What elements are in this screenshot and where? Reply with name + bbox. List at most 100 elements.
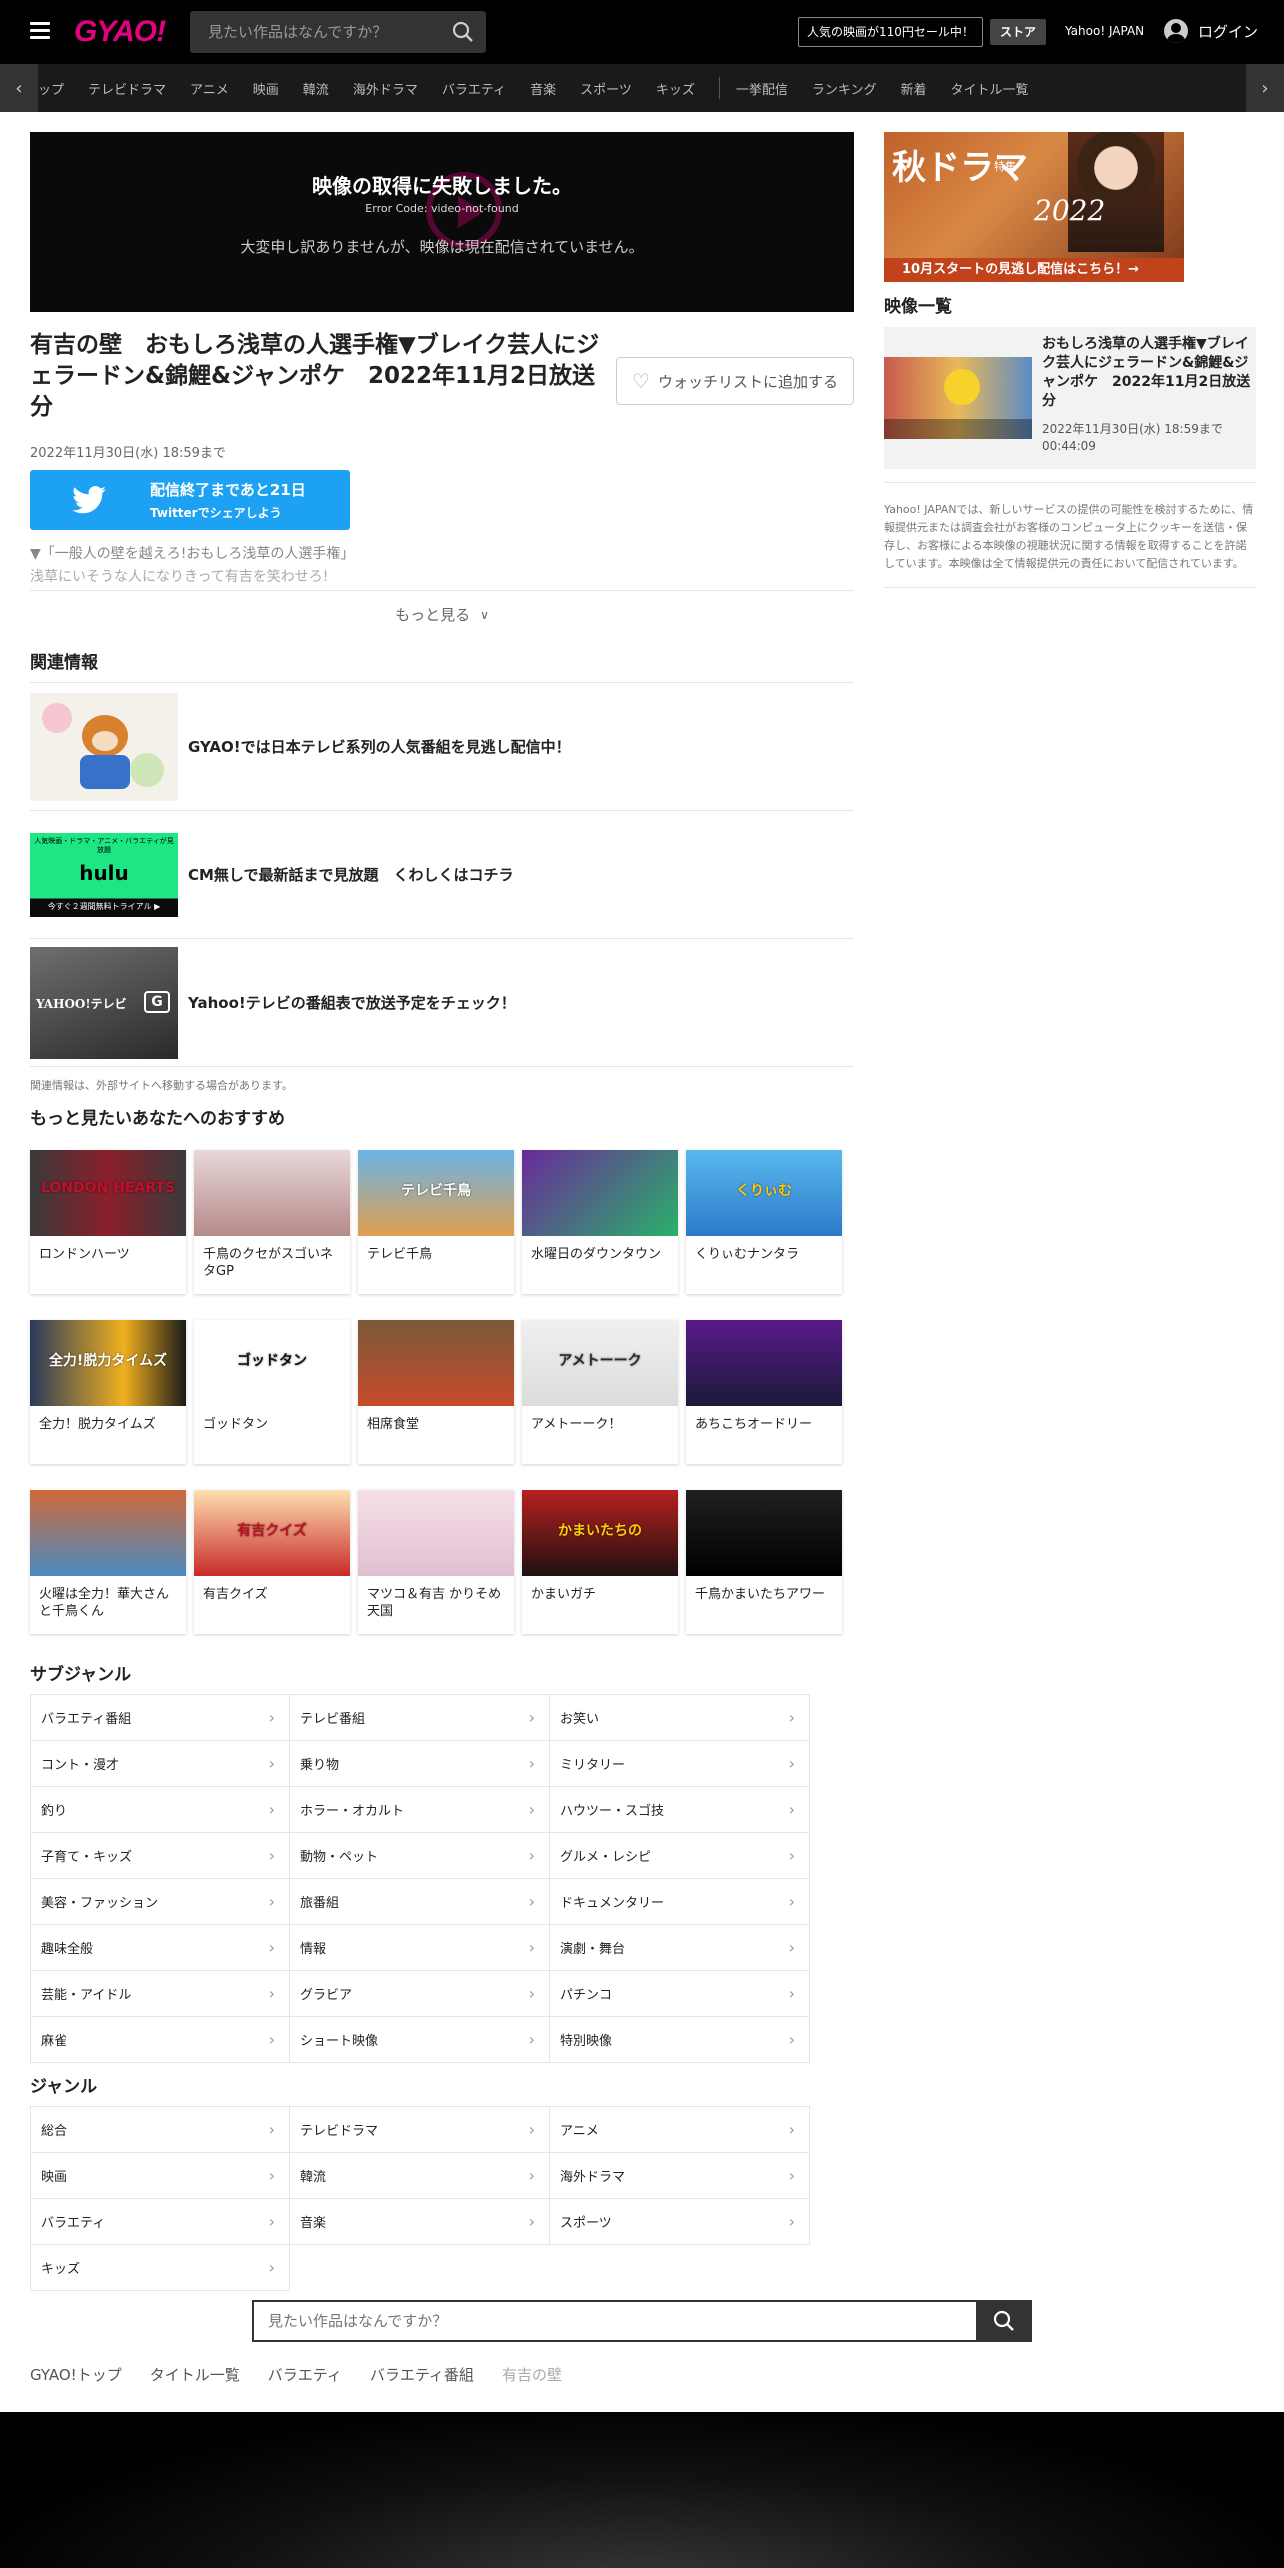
genre-item[interactable]: 映画 › (30, 2153, 290, 2199)
recommend-card[interactable]: マツコ＆有吉 かりそめ天国 (358, 1490, 514, 1634)
search-icon[interactable] (976, 2300, 1032, 2342)
promo-link[interactable]: 人気の映画が110円セール中！ (798, 17, 983, 47)
subgenre-item[interactable]: ショート映像 › (290, 2017, 550, 2063)
genre-item[interactable]: キッズ › (30, 2245, 290, 2291)
nav-item[interactable]: タイトル一覧 (951, 79, 1029, 98)
twitter-share-button[interactable]: 配信終了まであと21日 Twitterでシェアしよう (30, 470, 350, 530)
hulu-cta: 今すぐ２週間無料トライアル ▶ (47, 901, 161, 911)
chevron-right-icon[interactable]: › (1246, 64, 1284, 112)
subgenre-item[interactable]: テレビ番組 › (290, 1695, 550, 1741)
recommend-label: かまいガチ (531, 1587, 597, 1602)
recommend-card[interactable]: アメトーーク アメトーーク！ (522, 1320, 678, 1464)
breadcrumb-item[interactable]: タイトル一覧 (150, 2364, 240, 2385)
autumn-drama-banner[interactable]: 秋ドラマ 特集 2022 10月スタートの見逃し配信はこちら！→ (884, 132, 1184, 282)
nav-item[interactable]: キッズ (656, 79, 695, 98)
genre-item[interactable]: 海外ドラマ › (550, 2153, 810, 2199)
recommend-thumbnail: テレビ千鳥 (358, 1150, 514, 1236)
menu-icon[interactable] (30, 22, 50, 39)
subgenre-item[interactable]: ミリタリー › (550, 1741, 810, 1787)
twitter-line1: 配信終了まであと21日 (150, 481, 306, 499)
recommend-card[interactable]: 有吉クイズ 有吉クイズ (194, 1490, 350, 1634)
nav-item[interactable]: 新着 (900, 79, 926, 98)
genre-item[interactable]: 韓流 › (290, 2153, 550, 2199)
nav-item[interactable]: ランキング (812, 79, 877, 98)
genre-item[interactable]: アニメ › (550, 2107, 810, 2153)
subgenre-label: コント・漫才 (41, 1758, 120, 1773)
subgenre-item[interactable]: グラビア › (290, 1971, 550, 2017)
search-input[interactable] (190, 11, 440, 53)
subgenre-item[interactable]: コント・漫才 › (30, 1741, 290, 1787)
subgenre-item[interactable]: 動物・ペット › (290, 1833, 550, 1879)
recommend-card[interactable]: くりぃむ くりぃむナンタラ (686, 1150, 842, 1294)
genre-item[interactable]: バラエティ › (30, 2199, 290, 2245)
subgenre-item[interactable]: お笑い › (550, 1695, 810, 1741)
recommend-card[interactable]: 水曜日のダウンタウン (522, 1150, 678, 1294)
genre-item[interactable]: 音楽 › (290, 2199, 550, 2245)
subgenre-item[interactable]: パチンコ › (550, 1971, 810, 2017)
recommend-card[interactable]: LONDON HEARTS ロンドンハーツ (30, 1150, 186, 1294)
subgenre-item[interactable]: 子育て・キッズ › (30, 1833, 290, 1879)
breadcrumb-item[interactable]: バラエティ (268, 2364, 342, 2385)
nav-item[interactable]: 韓流 (303, 79, 329, 98)
breadcrumb-item[interactable]: GYAO!トップ (30, 2364, 122, 2385)
nav-item[interactable]: 音楽 (530, 79, 556, 98)
recommend-thumbnail: ゴッドタン (194, 1320, 350, 1406)
yahoo-japan-link[interactable]: Yahoo! JAPAN (1065, 24, 1144, 38)
breadcrumb-item[interactable]: バラエティ番組 (370, 2364, 474, 2385)
watchlist-button[interactable]: ♡ ウォッチリストに追加する (616, 357, 854, 405)
subgenre-item[interactable]: 旅番組 › (290, 1879, 550, 1925)
nav-item[interactable]: スポーツ (580, 79, 632, 98)
genre-item[interactable]: テレビドラマ › (290, 2107, 550, 2153)
search-icon[interactable] (440, 11, 486, 53)
subgenre-item[interactable]: 情報 › (290, 1925, 550, 1971)
subgenre-item[interactable]: バラエティ番組 › (30, 1695, 290, 1741)
subgenre-item[interactable]: 趣味全般 › (30, 1925, 290, 1971)
subgenre-item[interactable]: 特別映像 › (550, 2017, 810, 2063)
recommend-card[interactable]: 相席食堂 (358, 1320, 514, 1464)
subgenre-item[interactable]: 麻雀 › (30, 2017, 290, 2063)
related-item[interactable]: GYAO!では日本テレビ系列の人気番組を見逃し配信中！ (30, 682, 854, 810)
recommend-card[interactable]: 全力!脱力タイムズ 全力！脱力タイムズ (30, 1320, 186, 1464)
subgenre-item[interactable]: 演劇・舞台 › (550, 1925, 810, 1971)
recommend-card[interactable]: ゴッドタン ゴッドタン (194, 1320, 350, 1464)
related-item[interactable]: YAHOO!テレビ G Yahoo!テレビの番組表で放送予定をチェック！ (30, 938, 854, 1066)
subgenre-item[interactable]: 釣り › (30, 1787, 290, 1833)
subgenre-item[interactable]: ハウツー・スゴ技 › (550, 1787, 810, 1833)
nav-item[interactable]: 一挙配信 (736, 79, 788, 98)
bottom-search (252, 2300, 1032, 2342)
subgenre-item[interactable]: 乗り物 › (290, 1741, 550, 1787)
subgenre-item[interactable]: 芸能・アイドル › (30, 1971, 290, 2017)
more-button[interactable]: もっと見る ∨ (30, 590, 854, 638)
video-thumbnail (884, 357, 1032, 439)
nav-item[interactable]: 映画 (253, 79, 279, 98)
genre-item[interactable]: スポーツ › (550, 2199, 810, 2245)
genre-item[interactable]: 総合 › (30, 2107, 290, 2153)
recommend-card[interactable]: 千鳥かまいたちアワー (686, 1490, 842, 1634)
subgenre-item[interactable]: ホラー・オカルト › (290, 1787, 550, 1833)
recommend-card[interactable]: あちこちオードリー (686, 1320, 842, 1464)
chevron-right-icon: › (528, 1708, 535, 1727)
login-button[interactable]: ログイン (1164, 19, 1258, 43)
nav-item[interactable]: テレビドラマ (88, 79, 166, 98)
subgenre-item[interactable]: グルメ・レシピ › (550, 1833, 810, 1879)
nav-item[interactable]: バラエティ (442, 79, 506, 98)
subgenre-item[interactable]: ドキュメンタリー › (550, 1879, 810, 1925)
subgenre-label: 趣味全般 (41, 1942, 94, 1957)
video-list-item[interactable]: おもしろ浅草の人選手権▼ブレイク芸人にジェラードン&錦鯉&ジャンポケ 2022年… (884, 327, 1256, 469)
recommend-card[interactable]: 千鳥のクセがスゴいネタGP (194, 1150, 350, 1294)
chevron-left-icon[interactable]: ‹ (0, 64, 38, 112)
chevron-right-icon: › (268, 1754, 275, 1773)
nav-item[interactable]: ップ (38, 79, 64, 98)
recommend-card[interactable]: テレビ千鳥 テレビ千鳥 (358, 1150, 514, 1294)
bottom-search-input[interactable] (252, 2300, 978, 2342)
logo[interactable]: GYAO! (74, 15, 166, 49)
store-button[interactable]: ストア (990, 19, 1047, 45)
recommend-card[interactable]: 火曜は全力！華大さんと千鳥くん (30, 1490, 186, 1634)
watchlist-label: ウォッチリストに追加する (657, 372, 838, 391)
nav-item[interactable]: アニメ (190, 79, 229, 98)
nav-item[interactable]: 海外ドラマ (353, 79, 418, 98)
video-player[interactable]: 映像の取得に失敗しました。 Error Code: video-not-foun… (30, 132, 854, 312)
recommend-card[interactable]: かまいたちの かまいガチ (522, 1490, 678, 1634)
subgenre-item[interactable]: 美容・ファッション › (30, 1879, 290, 1925)
related-item[interactable]: 人気映画・ドラマ・アニメ・バラエティが見放題 hulu 今すぐ２週間無料トライア… (30, 810, 854, 938)
